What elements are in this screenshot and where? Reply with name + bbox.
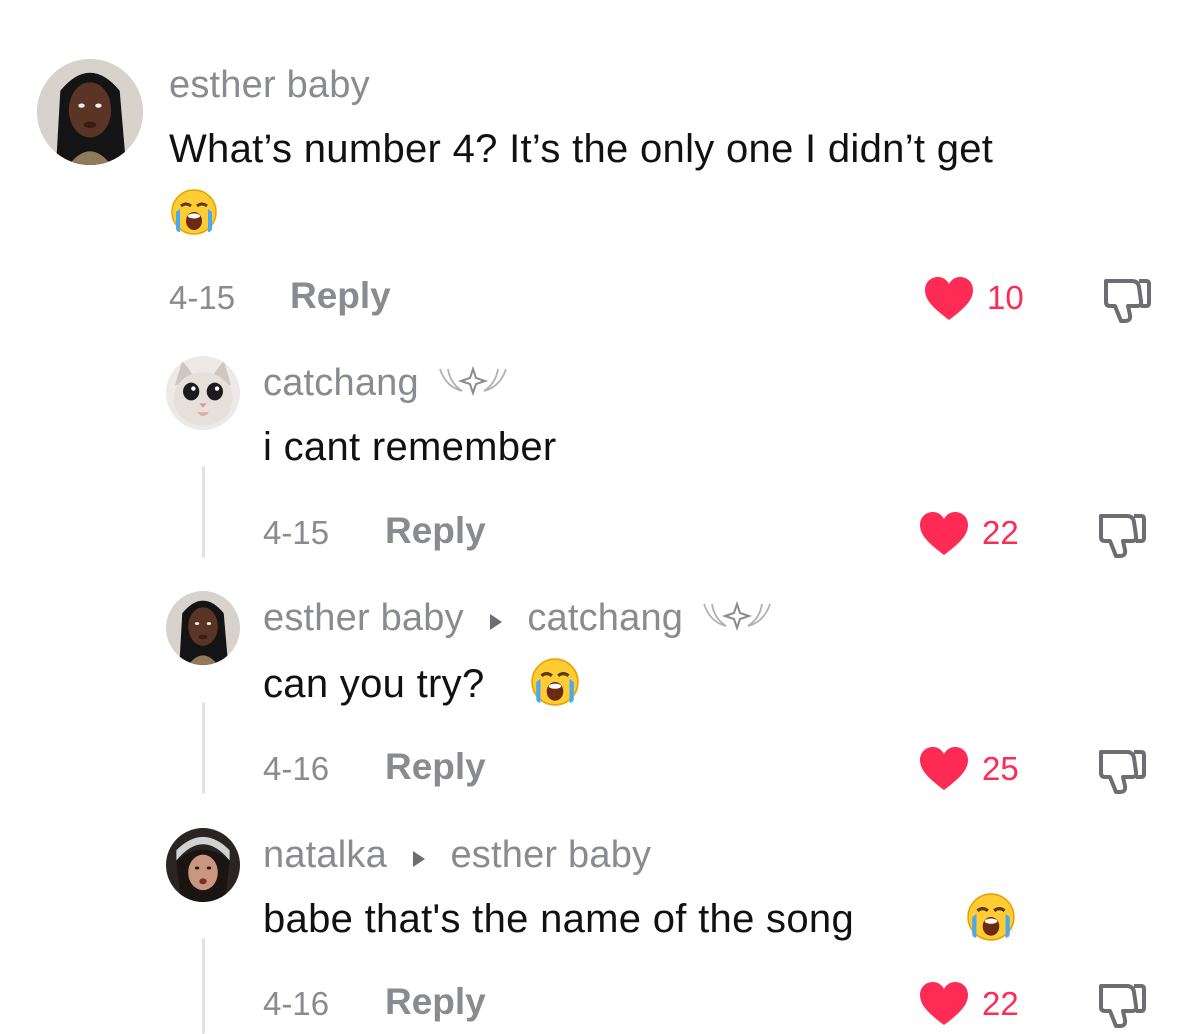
reply-button[interactable]: Reply (385, 746, 486, 788)
like-count: 25 (982, 750, 1019, 787)
comment-username[interactable]: esther baby (169, 64, 370, 107)
dislike-icon[interactable] (1097, 746, 1147, 794)
dislike-icon[interactable] (1102, 275, 1152, 323)
username-text[interactable]: catchang (263, 362, 419, 404)
wings-sparkle-badge-icon (700, 598, 774, 642)
reply-to-arrow-icon (412, 835, 426, 878)
comment-username[interactable]: esther baby catchang (263, 597, 774, 642)
dislike-icon[interactable] (1097, 980, 1147, 1028)
heart-icon[interactable] (918, 746, 970, 792)
comment-text: i cant remember (263, 425, 557, 469)
avatar[interactable] (166, 356, 240, 430)
like-count: 22 (982, 514, 1019, 551)
dislike-icon[interactable] (1097, 510, 1147, 558)
comment-date: 4-16 (263, 750, 330, 787)
comment-username[interactable]: catchang (263, 362, 510, 407)
avatar[interactable] (166, 591, 240, 665)
avatar[interactable] (166, 828, 240, 902)
thread-line (202, 702, 205, 794)
like-count: 22 (982, 985, 1019, 1022)
thread-line (202, 938, 205, 1034)
username-text[interactable]: esther baby (263, 597, 464, 639)
comment-text: What’s number 4? It’s the only one I did… (169, 127, 994, 171)
heart-icon[interactable] (923, 276, 975, 322)
reply-to-arrow-icon (489, 598, 503, 641)
comment-date: 4-15 (263, 514, 330, 551)
comment-date: 4-15 (169, 279, 236, 316)
comment-date: 4-16 (263, 985, 330, 1022)
comment-text: can you try? (263, 662, 485, 706)
heart-icon[interactable] (918, 511, 970, 557)
reply-to-username[interactable]: catchang (527, 597, 683, 639)
wings-sparkle-badge-icon (436, 363, 510, 407)
reply-button[interactable]: Reply (385, 981, 486, 1023)
thread-line (202, 466, 205, 558)
crying-emoji-icon (966, 892, 1016, 942)
username-text[interactable]: natalka (263, 834, 387, 876)
avatar[interactable] (37, 59, 143, 165)
previous-reply-fragment (260, 0, 490, 20)
comment-text: babe that's the name of the song (263, 897, 854, 941)
like-count: 10 (987, 279, 1024, 316)
heart-icon[interactable] (918, 981, 970, 1027)
reply-button[interactable]: Reply (385, 510, 486, 552)
crying-emoji-icon (170, 188, 218, 236)
reply-to-username[interactable]: esther baby (450, 834, 651, 876)
comment-username[interactable]: natalka esther baby (263, 834, 651, 878)
crying-emoji-icon (530, 657, 580, 707)
reply-button[interactable]: Reply (290, 275, 391, 317)
